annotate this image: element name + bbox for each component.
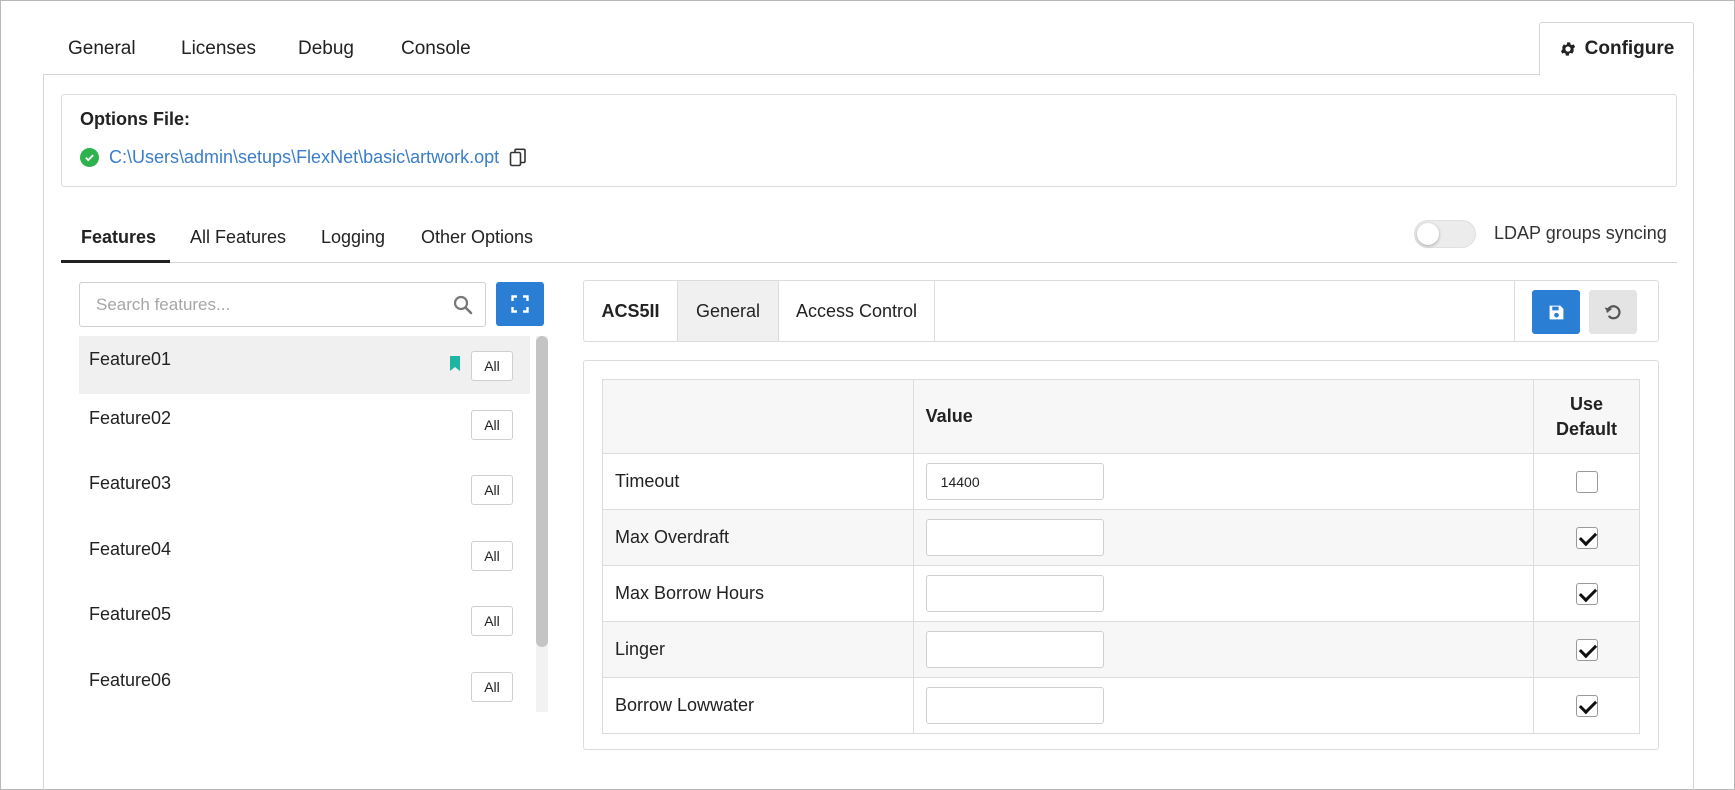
- tab-debug[interactable]: Debug: [298, 38, 354, 60]
- option-label: Timeout: [602, 453, 914, 510]
- feature-detail-tabs: ACS5II General Access Control: [583, 280, 1659, 342]
- subtabs-divider: [61, 262, 1677, 263]
- column-header-use-default: Use Default: [1533, 379, 1640, 454]
- feature-item-feature06[interactable]: Feature06 All: [79, 657, 530, 712]
- tab-console[interactable]: Console: [401, 38, 471, 60]
- use-default-cell: [1533, 509, 1640, 566]
- option-value-input[interactable]: [925, 463, 1104, 500]
- option-label: Linger: [602, 621, 914, 678]
- option-value-input[interactable]: [925, 687, 1104, 724]
- save-icon: [1549, 305, 1563, 319]
- search-icon[interactable]: [453, 295, 473, 315]
- tab-detail-access-control[interactable]: Access Control: [779, 281, 935, 341]
- search-input[interactable]: [96, 293, 436, 317]
- use-default-cell: [1533, 453, 1640, 510]
- table-header-row: Value Use Default: [602, 379, 1640, 454]
- tab-configure[interactable]: Configure: [1539, 22, 1694, 76]
- configure-label: Configure: [1584, 38, 1675, 59]
- feature-name: Feature05: [89, 604, 172, 624]
- table-row: Borrow Lowwater: [602, 677, 1640, 734]
- feature-item-feature03[interactable]: Feature03 All: [79, 460, 530, 518]
- table-row: Linger: [602, 621, 1640, 678]
- feature-all-button[interactable]: All: [471, 475, 513, 505]
- tab-general[interactable]: General: [68, 38, 136, 60]
- option-value-cell: [912, 509, 1535, 566]
- feature-list-scrollbar[interactable]: [536, 336, 548, 647]
- feature-name: Feature06: [89, 670, 172, 690]
- feature-all-button[interactable]: All: [471, 606, 513, 636]
- feature-all-button[interactable]: All: [471, 410, 513, 440]
- options-file-title: Options File:: [80, 109, 190, 129]
- feature-all-button[interactable]: All: [471, 672, 513, 702]
- option-value-input[interactable]: [925, 519, 1104, 556]
- use-default-checkbox[interactable]: [1575, 526, 1598, 549]
- bookmark-icon: [450, 356, 460, 371]
- feature-item-feature05[interactable]: Feature05 All: [79, 591, 530, 649]
- column-header-value: Value: [912, 379, 1535, 454]
- ldap-sync-label: LDAP groups syncing: [1494, 223, 1667, 243]
- save-button[interactable]: [1532, 290, 1580, 334]
- option-value-cell: [912, 677, 1535, 734]
- actions-divider: [1514, 281, 1515, 341]
- use-default-checkbox[interactable]: [1575, 694, 1598, 717]
- feature-name: Feature03: [89, 473, 172, 493]
- feature-item-feature04[interactable]: Feature04 All: [79, 526, 530, 584]
- active-subtab-indicator: [61, 260, 170, 263]
- tab-detail-general[interactable]: General: [678, 281, 779, 341]
- feature-options-table: Value Use Default Timeout Max Overdraft …: [602, 379, 1640, 734]
- options-file-panel: Options File: C:\Users\admin\setups\Flex…: [61, 94, 1677, 187]
- subtab-logging[interactable]: Logging: [321, 227, 385, 248]
- undo-icon: [1604, 305, 1621, 320]
- feature-all-button[interactable]: All: [471, 351, 513, 381]
- option-value-cell: [912, 453, 1535, 510]
- feature-name: Feature01: [89, 349, 172, 369]
- copy-icon[interactable]: [509, 148, 527, 168]
- tab-licenses[interactable]: Licenses: [181, 38, 256, 60]
- gear-icon: [1560, 42, 1575, 56]
- use-default-cell: [1533, 621, 1640, 678]
- search-box: [79, 282, 486, 327]
- option-value-cell: [912, 565, 1535, 622]
- subtab-other-options[interactable]: Other Options: [421, 227, 533, 248]
- subtab-features[interactable]: Features: [81, 227, 156, 248]
- undo-button[interactable]: [1589, 290, 1637, 334]
- table-row: Timeout: [602, 453, 1640, 510]
- expand-button[interactable]: [496, 282, 544, 326]
- option-label: Max Overdraft: [602, 509, 914, 566]
- feature-name: Feature02: [89, 408, 172, 428]
- feature-all-button[interactable]: All: [471, 541, 513, 571]
- use-default-checkbox[interactable]: [1575, 638, 1598, 661]
- table-row: Max Borrow Hours: [602, 565, 1640, 622]
- feature-item-feature01[interactable]: Feature01 All: [79, 336, 530, 394]
- column-header-name: [602, 379, 914, 454]
- feature-name: Feature04: [89, 539, 172, 559]
- option-label: Max Borrow Hours: [602, 565, 914, 622]
- option-label: Borrow Lowwater: [602, 677, 914, 734]
- feature-list: Feature01 All Feature02 All Feature03 Al…: [79, 336, 530, 712]
- subtab-all-features[interactable]: All Features: [190, 227, 286, 248]
- ldap-sync-toggle[interactable]: [1414, 220, 1476, 248]
- feature-detail-name: ACS5II: [584, 281, 678, 341]
- option-value-input[interactable]: [925, 631, 1104, 668]
- table-row: Max Overdraft: [602, 509, 1640, 566]
- use-default-cell: [1533, 677, 1640, 734]
- option-value-cell: [912, 621, 1535, 678]
- use-default-checkbox[interactable]: [1575, 470, 1598, 493]
- feature-options-panel: Value Use Default Timeout Max Overdraft …: [583, 360, 1659, 750]
- options-file-path-link[interactable]: C:\Users\admin\setups\FlexNet\basic\artw…: [109, 147, 499, 168]
- feature-item-feature02[interactable]: Feature02 All: [79, 395, 530, 453]
- option-value-input[interactable]: [925, 575, 1104, 612]
- use-default-cell: [1533, 565, 1640, 622]
- check-circle-icon: [80, 148, 99, 167]
- use-default-checkbox[interactable]: [1575, 582, 1598, 605]
- options-file-row: C:\Users\admin\setups\FlexNet\basic\artw…: [80, 147, 527, 168]
- expand-icon: [511, 295, 529, 313]
- toggle-knob: [1417, 223, 1439, 245]
